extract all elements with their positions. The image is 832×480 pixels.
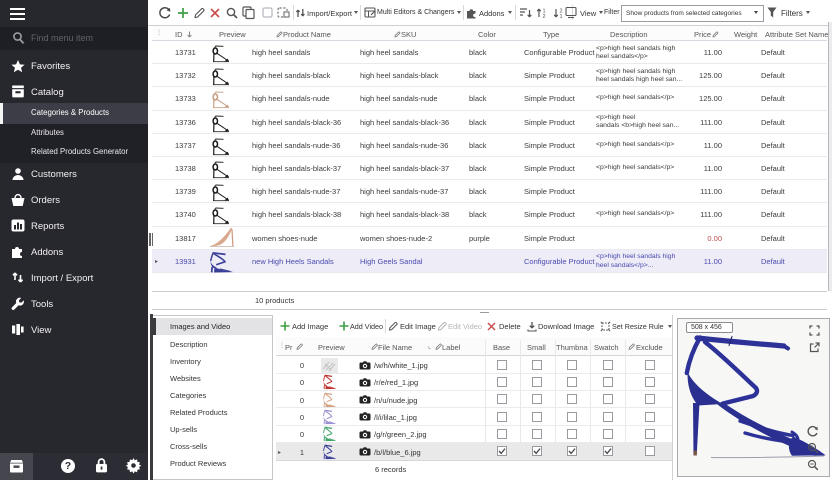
svg-text:1: 1 (560, 14, 563, 20)
svg-text:2: 2 (543, 14, 546, 20)
